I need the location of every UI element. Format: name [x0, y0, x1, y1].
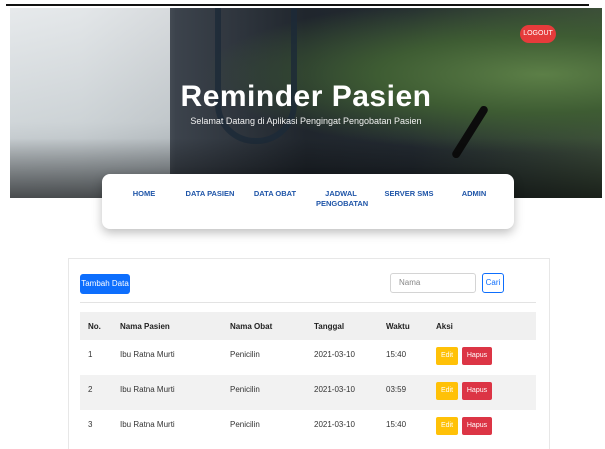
cell-tanggal: 2021-03-10: [314, 385, 355, 394]
nav-home[interactable]: HOME: [124, 189, 164, 199]
page-subtitle: Selamat Datang di Aplikasi Pengingat Pen…: [190, 116, 422, 126]
edit-button[interactable]: Edit: [436, 347, 458, 365]
nav-jadwal-pengobatan[interactable]: JADWAL PENGOBATAN: [316, 189, 368, 209]
cell-waktu: 15:40: [386, 420, 407, 429]
nav-server-sms[interactable]: SERVER SMS: [382, 189, 436, 199]
delete-button[interactable]: Hapus: [462, 417, 492, 435]
header-nama-obat: Nama Obat: [230, 322, 273, 331]
cell-no: 2: [88, 385, 93, 394]
cell-nama-obat: Penicilin: [230, 385, 260, 394]
search-input[interactable]: Nama: [390, 273, 476, 293]
page-title: Reminder Pasien: [180, 80, 432, 113]
cell-nama-pasien: Ibu Ratna Murti: [120, 385, 175, 394]
header-aksi: Aksi: [436, 322, 453, 331]
divider: [80, 302, 536, 303]
edit-button[interactable]: Edit: [436, 417, 458, 435]
delete-button[interactable]: Hapus: [462, 382, 492, 400]
header-tanggal: Tanggal: [314, 322, 345, 331]
add-data-button[interactable]: Tambah Data: [80, 274, 130, 294]
main-nav: HOME DATA PASIEN DATA OBAT JADWAL PENGOB…: [102, 174, 514, 229]
delete-button[interactable]: Hapus: [462, 347, 492, 365]
cell-nama-pasien: Ibu Ratna Murti: [120, 350, 175, 359]
nav-data-obat[interactable]: DATA OBAT: [250, 189, 300, 199]
edit-button[interactable]: Edit: [436, 382, 458, 400]
hero-banner: Reminder Pasien Selamat Datang di Aplika…: [10, 8, 602, 198]
cell-nama-obat: Penicilin: [230, 350, 260, 359]
cell-tanggal: 2021-03-10: [314, 420, 355, 429]
cell-waktu: 15:40: [386, 350, 407, 359]
header-waktu: Waktu: [386, 322, 410, 331]
cell-nama-obat: Penicilin: [230, 420, 260, 429]
top-border-line: [6, 4, 589, 6]
logout-button[interactable]: LOGOUT: [520, 25, 556, 43]
nav-admin[interactable]: ADMIN: [454, 189, 494, 199]
cell-nama-pasien: Ibu Ratna Murti: [120, 420, 175, 429]
cell-waktu: 03:59: [386, 385, 407, 394]
cell-tanggal: 2021-03-10: [314, 350, 355, 359]
cell-no: 3: [88, 420, 93, 429]
cell-no: 1: [88, 350, 93, 359]
header-nama-pasien: Nama Pasien: [120, 322, 170, 331]
header-no: No.: [88, 322, 101, 331]
nav-data-pasien[interactable]: DATA PASIEN: [182, 189, 238, 199]
search-button[interactable]: Cari: [482, 273, 504, 293]
search-placeholder: Nama: [399, 278, 421, 287]
